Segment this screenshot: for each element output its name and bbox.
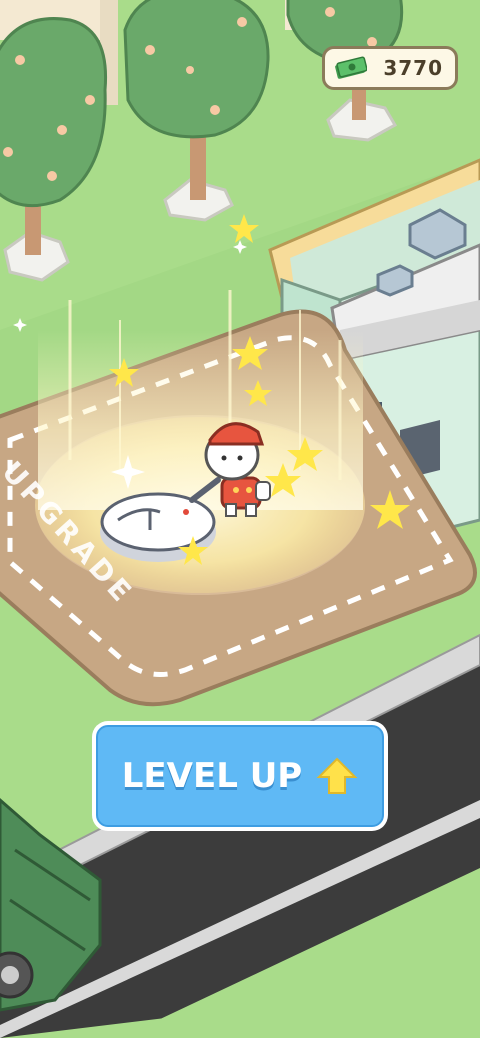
cash-icon <box>335 56 367 79</box>
level-up-button-body[interactable]: LEVEL UP <box>96 725 384 827</box>
level-up-button[interactable]: LEVEL UP <box>92 721 388 831</box>
up-arrow-icon <box>316 757 358 794</box>
money-counter: 3770 <box>322 46 458 90</box>
level-up-label: LEVEL UP <box>121 756 303 796</box>
money-amount: 3770 <box>383 56 443 80</box>
